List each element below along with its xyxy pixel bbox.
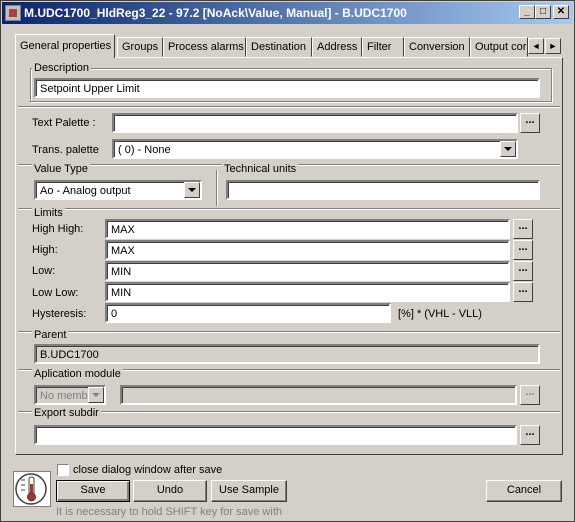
- tab-conversion[interactable]: Conversion: [404, 37, 470, 57]
- chevron-down-icon: [88, 387, 104, 403]
- divider: [216, 170, 218, 206]
- text-palette-browse-button[interactable]: ...: [520, 113, 540, 133]
- low-low-label: Low Low:: [32, 287, 79, 299]
- aplication-module-field: [120, 385, 517, 405]
- tab-filter[interactable]: Filter: [362, 37, 404, 57]
- use-sample-button[interactable]: Use Sample: [211, 480, 287, 502]
- general-properties-panel: Description Setpoint Upper Limit Text Pa…: [15, 57, 563, 455]
- description-legend: Description: [32, 62, 92, 74]
- high-input[interactable]: MAX: [105, 240, 510, 260]
- close-after-save-label[interactable]: close dialog window after save: [73, 464, 222, 476]
- aplication-module-legend: Aplication module: [32, 368, 123, 380]
- save-hint: It is necessary to hold SHIFT key for sa…: [56, 506, 282, 518]
- app-icon: [5, 5, 21, 21]
- divider: [18, 106, 560, 108]
- high-high-label: High High:: [32, 223, 84, 235]
- hysteresis-unit: [%] * (VHL - VLL): [398, 308, 482, 320]
- divider: [18, 331, 560, 333]
- trans-palette-value: ( 0) - None: [118, 144, 171, 156]
- text-palette-label: Text Palette :: [32, 117, 96, 129]
- chevron-down-icon[interactable]: [500, 141, 516, 157]
- low-low-input[interactable]: MIN: [105, 282, 510, 302]
- close-after-save-checkbox[interactable]: [57, 464, 69, 476]
- hysteresis-label: Hysteresis:: [32, 308, 87, 320]
- technical-units-legend: Technical units: [222, 163, 299, 175]
- low-browse-button[interactable]: ...: [513, 261, 533, 281]
- thermometer-icon: [13, 471, 51, 507]
- window-title: M.UDC1700_HldReg3_22 - 97.2 [NoAck\Value…: [24, 6, 407, 20]
- export-subdir-browse-button[interactable]: ...: [520, 425, 540, 445]
- trans-palette-label: Trans. palette: [32, 144, 99, 156]
- tab-scroll-right-icon[interactable]: ►: [545, 38, 561, 54]
- parent-legend: Parent: [32, 329, 69, 341]
- high-high-input[interactable]: MAX: [105, 219, 510, 239]
- export-subdir-legend: Export subdir: [32, 407, 101, 419]
- high-high-browse-button[interactable]: ...: [513, 219, 533, 239]
- tab-general-properties[interactable]: General properties: [15, 34, 115, 58]
- minimize-button[interactable]: _: [519, 5, 535, 19]
- parent-field: B.UDC1700: [34, 344, 540, 364]
- hysteresis-input[interactable]: 0: [105, 303, 391, 323]
- close-button[interactable]: ✕: [553, 5, 569, 19]
- divider: [18, 208, 560, 210]
- value-type-legend: Value Type: [32, 163, 91, 175]
- export-subdir-input[interactable]: [34, 425, 517, 445]
- aplication-module-select: No member: [34, 385, 106, 405]
- maximize-button[interactable]: □: [535, 5, 551, 19]
- tab-process-alarms[interactable]: Process alarms: [163, 37, 246, 57]
- high-label: High:: [32, 244, 58, 256]
- high-browse-button[interactable]: ...: [513, 240, 533, 260]
- value-type-select[interactable]: Ao - Analog output: [34, 180, 202, 200]
- undo-button[interactable]: Undo: [133, 480, 207, 502]
- low-input[interactable]: MIN: [105, 261, 510, 281]
- tab-scroll-left-icon[interactable]: ◄: [528, 38, 544, 54]
- text-palette-input[interactable]: [112, 113, 518, 133]
- properties-dialog: M.UDC1700_HldReg3_22 - 97.2 [NoAck\Value…: [0, 0, 575, 522]
- title-bar[interactable]: M.UDC1700_HldReg3_22 - 97.2 [NoAck\Value…: [2, 2, 573, 24]
- tab-strip: General properties Groups Process alarms…: [15, 34, 565, 58]
- tab-output-conversion[interactable]: Output cor: [470, 37, 528, 57]
- low-low-browse-button[interactable]: ...: [513, 282, 533, 302]
- chevron-down-icon[interactable]: [184, 182, 200, 198]
- low-label: Low:: [32, 265, 56, 277]
- tab-destination[interactable]: Destination: [246, 37, 312, 57]
- tab-groups[interactable]: Groups: [117, 37, 163, 57]
- aplication-module-browse-button: ...: [520, 385, 540, 405]
- value-type-value: Ao - Analog output: [40, 185, 131, 197]
- trans-palette-select[interactable]: ( 0) - None: [112, 139, 518, 159]
- limits-legend: Limits: [32, 207, 65, 219]
- cancel-button[interactable]: Cancel: [486, 480, 562, 502]
- tab-address[interactable]: Address: [312, 37, 362, 57]
- save-button[interactable]: Save: [56, 480, 130, 502]
- description-input[interactable]: Setpoint Upper Limit: [34, 78, 540, 98]
- technical-units-input[interactable]: [226, 180, 540, 200]
